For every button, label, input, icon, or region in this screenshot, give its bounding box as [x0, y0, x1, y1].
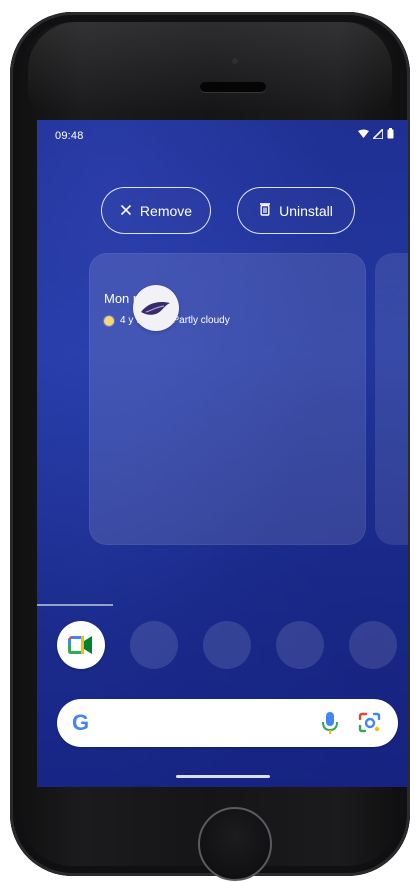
device-highlight: [28, 22, 392, 112]
wifi-icon: [358, 129, 369, 142]
page-divider: [37, 604, 113, 606]
app-dock: [57, 620, 397, 670]
phone-screen: 09:48 Remove Uninstall Mon r 4 y Partly …: [37, 120, 408, 787]
earpiece-speaker: [200, 82, 266, 92]
google-search-bar[interactable]: G: [57, 699, 398, 747]
status-bar: 09:48: [37, 120, 408, 150]
google-lens-icon[interactable]: [357, 711, 383, 735]
dock-app-placeholder[interactable]: [130, 621, 178, 669]
google-meet-icon: [68, 636, 92, 654]
remove-button[interactable]: Remove: [101, 187, 211, 234]
gesture-navigation-bar[interactable]: [176, 775, 270, 778]
status-icons: [358, 126, 394, 142]
remove-label: Remove: [139, 202, 193, 219]
google-meet-app[interactable]: [57, 621, 105, 669]
front-camera: [232, 58, 238, 64]
uninstall-label: Uninstall: [279, 202, 333, 219]
dock-app-placeholder[interactable]: [349, 621, 397, 669]
next-widget-card[interactable]: [375, 253, 408, 545]
status-time: 09:48: [55, 130, 84, 142]
dock-app-placeholder[interactable]: [276, 621, 324, 669]
signal-icon: [371, 126, 384, 142]
partly-cloudy-icon: [104, 315, 114, 326]
trash-icon: [259, 202, 271, 219]
home-button[interactable]: [198, 807, 272, 881]
drag-app-icon[interactable]: [133, 285, 179, 331]
microphone-icon[interactable]: [319, 710, 341, 736]
google-logo-icon: G: [72, 710, 90, 735]
weather-widget[interactable]: Mon r 4 y 9° / 4° · Partly cloudy: [89, 253, 366, 545]
uninstall-button[interactable]: Uninstall: [237, 187, 355, 234]
dock-app-placeholder[interactable]: [203, 621, 251, 669]
battery-icon: [387, 128, 394, 142]
dark-app-logo-icon: [141, 302, 170, 315]
close-icon: [120, 203, 132, 219]
